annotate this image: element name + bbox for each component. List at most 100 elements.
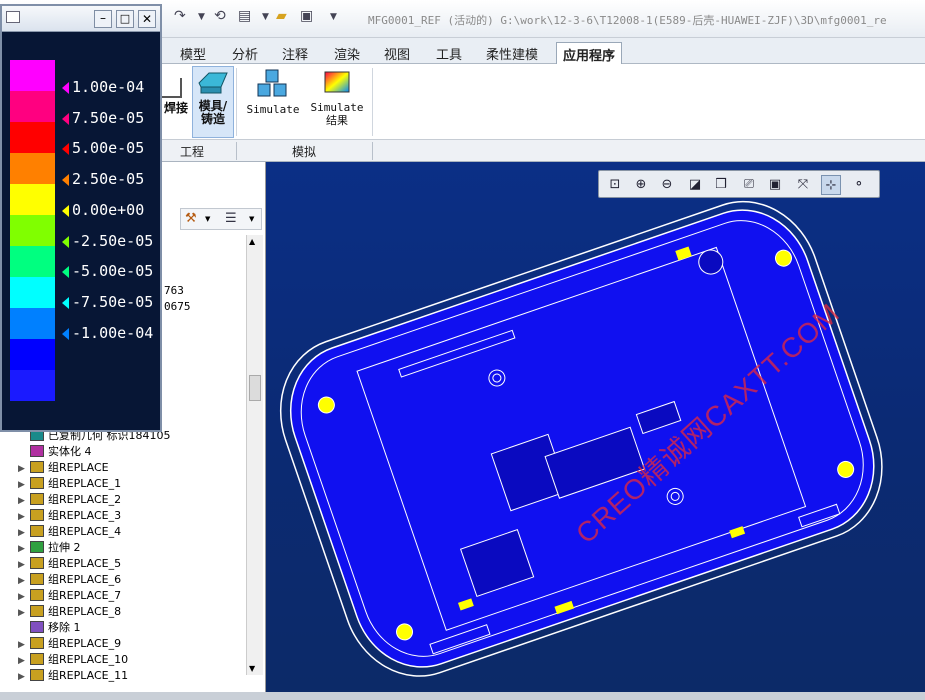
- expand-arrow-icon[interactable]: ▶: [18, 576, 30, 586]
- legend-color-band: [10, 153, 55, 184]
- close-button[interactable]: ✕: [138, 10, 156, 28]
- expand-arrow-icon[interactable]: ▶: [18, 464, 30, 474]
- tree-item[interactable]: ▶ 组REPLACE_3: [18, 507, 121, 523]
- shell-body: [289, 209, 875, 668]
- scroll-up-icon[interactable]: ▲: [249, 237, 255, 246]
- simulate-results-icon: [324, 71, 350, 93]
- tree-item[interactable]: ▶ 拉伸 2: [18, 539, 81, 555]
- expand-arrow-icon[interactable]: ▶: [18, 592, 30, 602]
- chevron-down-icon[interactable]: ▼: [198, 12, 205, 22]
- legend-color-band: [10, 339, 55, 370]
- chevron-down-icon[interactable]: ▼: [262, 12, 269, 22]
- regenerate-icon[interactable]: ⟲: [214, 8, 226, 24]
- tree-item-label: 移除 1: [48, 621, 81, 634]
- chevron-down-icon[interactable]: ▼: [205, 215, 210, 223]
- simulate-label: Simulate: [246, 103, 300, 116]
- tree-item[interactable]: ▶ 组REPLACE_10: [18, 651, 128, 667]
- zoom-in-icon[interactable]: ⊕: [631, 175, 651, 195]
- tree-item[interactable]: ▶ 组REPLACE_5: [18, 555, 121, 571]
- tree-item-label: 组REPLACE_2: [48, 493, 122, 506]
- tree-item[interactable]: ▶ 组REPLACE_9: [18, 635, 121, 651]
- minimize-button[interactable]: –: [94, 10, 112, 28]
- tree-item[interactable]: ▶ 组REPLACE_8: [18, 603, 121, 619]
- windows-icon[interactable]: ▤: [238, 8, 251, 24]
- tree-item-label: 组REPLACE_7: [48, 589, 122, 602]
- weld-button[interactable]: 焊接: [162, 78, 190, 115]
- tab-view[interactable]: 视图: [378, 42, 416, 64]
- tree-partial-text: 0675: [164, 300, 191, 313]
- legend-color-band: [10, 277, 55, 308]
- expand-arrow-icon[interactable]: ▶: [18, 560, 30, 570]
- customize-toolbar-icon[interactable]: ▼: [330, 12, 337, 22]
- legend-value: 1.00e-04: [72, 78, 145, 96]
- group-separator: [236, 142, 237, 160]
- view-toolbar: ⊡ ⊕ ⊖ ◪ ❒ ⎚ ▣ ⤧ ⊹ ⚬: [598, 170, 880, 198]
- tree-columns-icon[interactable]: ☰: [225, 211, 237, 226]
- saved-views-icon[interactable]: ❒: [711, 175, 731, 195]
- expand-arrow-icon[interactable]: ▶: [18, 656, 30, 666]
- chevron-down-icon[interactable]: ▼: [249, 215, 254, 223]
- tab-render[interactable]: 渲染: [328, 42, 366, 64]
- expand-arrow-icon[interactable]: ▶: [18, 480, 30, 490]
- scroll-down-icon[interactable]: ▼: [249, 664, 255, 673]
- datum-display-icon[interactable]: ⊹: [821, 175, 841, 195]
- tree-item[interactable]: ▶ 组REPLACE_4: [18, 523, 121, 539]
- tree-item-label: 组REPLACE_4: [48, 525, 122, 538]
- tab-model[interactable]: 模型: [174, 42, 212, 64]
- graphics-viewport[interactable]: CREO精诚网CAXTT.COM: [266, 162, 925, 692]
- tree-item[interactable]: ▶ 组REPLACE_1: [18, 475, 121, 491]
- tree-item[interactable]: ▶ 组REPLACE: [18, 459, 109, 475]
- maximize-button[interactable]: □: [116, 10, 134, 28]
- expand-arrow-icon[interactable]: ▶: [18, 512, 30, 522]
- mold-cast-button[interactable]: 模具/铸造: [192, 66, 234, 138]
- close-window-icon[interactable]: ▣: [300, 8, 313, 24]
- group-icon: [30, 477, 44, 489]
- legend-color-band: [10, 215, 55, 246]
- expand-arrow-icon[interactable]: ▶: [18, 672, 30, 682]
- group-icon: [30, 573, 44, 585]
- legend-color-band: [10, 184, 55, 215]
- expand-arrow-icon[interactable]: ▶: [18, 640, 30, 650]
- tree-item[interactable]: ▶ 组REPLACE_11: [18, 667, 128, 683]
- zoom-fit-icon[interactable]: ⊡: [605, 175, 625, 195]
- perspective-icon[interactable]: ⤧: [793, 175, 813, 195]
- tab-annotate[interactable]: 注释: [276, 42, 314, 64]
- group-label-engineering: 工程: [180, 145, 205, 159]
- tree-item[interactable]: ▶ 组REPLACE_6: [18, 571, 121, 587]
- zoom-out-icon[interactable]: ⊖: [657, 175, 677, 195]
- tab-tools[interactable]: 工具: [430, 42, 468, 64]
- legend-color-band: [10, 308, 55, 339]
- tab-analysis[interactable]: 分析: [226, 42, 264, 64]
- view-manager-icon[interactable]: ▣: [765, 175, 785, 195]
- open-folder-icon[interactable]: ▰: [276, 8, 287, 24]
- tree-settings-icon[interactable]: ⚒: [185, 211, 197, 226]
- legend-color-band: [10, 246, 55, 277]
- tree-item-label: 组REPLACE_3: [48, 509, 122, 522]
- tree-item[interactable]: ▶ 组REPLACE_2: [18, 491, 121, 507]
- expand-arrow-icon[interactable]: ▶: [18, 544, 30, 554]
- expand-arrow-icon[interactable]: ▶: [18, 496, 30, 506]
- expand-arrow-icon[interactable]: ▶: [18, 528, 30, 538]
- legend-value: -5.00e-05: [72, 262, 154, 281]
- spin-center-icon[interactable]: ⚬: [849, 175, 869, 195]
- display-style-icon[interactable]: ⎚: [739, 175, 759, 195]
- scroll-thumb[interactable]: [249, 375, 261, 401]
- redo-icon[interactable]: ↷: [174, 8, 186, 24]
- tree-item[interactable]: 移除 1: [18, 619, 81, 635]
- expand-arrow-icon[interactable]: ▶: [18, 608, 30, 618]
- tree-item-label: 组REPLACE: [48, 461, 109, 474]
- tab-flexible-modeling[interactable]: 柔性建模: [480, 42, 544, 64]
- tab-applications[interactable]: 应用程序: [556, 42, 623, 64]
- repaint-icon[interactable]: ◪: [685, 175, 705, 195]
- legend-tick: [62, 174, 69, 187]
- simulate-button[interactable]: Simulate: [242, 68, 304, 116]
- tree-scrollbar[interactable]: ▲ ▼: [246, 235, 263, 675]
- simulate-results-button[interactable]: Simulate 结果: [306, 68, 368, 127]
- tree-item[interactable]: ▶ 组REPLACE_7: [18, 587, 121, 603]
- legend-color-band: [10, 122, 55, 153]
- tree-item[interactable]: 实体化 4: [18, 443, 92, 459]
- solidify-icon: [30, 445, 44, 457]
- tree-item-label: 组REPLACE_9: [48, 637, 122, 650]
- tree-item-label: 拉伸 2: [48, 541, 81, 554]
- legend-color-band: [10, 91, 55, 122]
